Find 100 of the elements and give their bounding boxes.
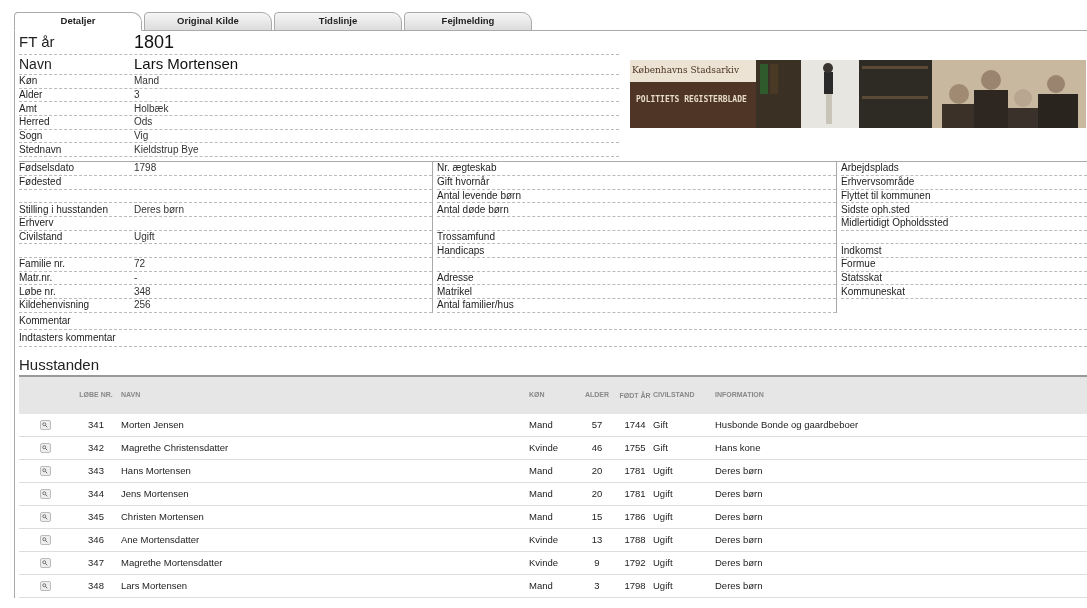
search-icon[interactable] [39, 442, 51, 453]
field-label: Erhverv [19, 218, 55, 229]
field-label: Kildehenvisning [19, 300, 91, 311]
table-cell-text: Deres børn [715, 486, 764, 501]
field-value: 72 [134, 259, 146, 270]
field-label: Antal døde børn [437, 204, 510, 215]
search-icon[interactable] [39, 419, 51, 430]
field-label: Adresse [437, 272, 475, 283]
field-value: Lars Mortensen [134, 54, 239, 75]
table-cell-text: 1788 [623, 532, 647, 547]
search-icon[interactable] [39, 488, 51, 499]
field-label: Flyttet til kommunen [841, 190, 932, 201]
table-cell-text: 20 [590, 463, 604, 478]
field-label: Matr.nr. [19, 272, 54, 283]
table-cell-text: 1744 [623, 417, 647, 432]
table-cell-text: Mand [529, 463, 554, 478]
table-cell-text: Ugift [653, 463, 674, 478]
table-cell-text: 20 [590, 486, 604, 501]
search-icon[interactable] [39, 580, 51, 591]
table-cell-text: Ugift [653, 532, 674, 547]
field-label: Arbejdsplads [841, 163, 900, 174]
table-cell-text: Christen Mortensen [121, 509, 205, 524]
field-label: Kommuneskat [841, 286, 906, 297]
table-cell-text: 344 [87, 486, 105, 501]
table-cell-text: 341 [87, 417, 105, 432]
table-cell-text: 1781 [623, 486, 647, 501]
table-cell-text: Ugift [653, 555, 674, 570]
table-cell-text: Mand [529, 578, 554, 593]
table-cell-text: 1755 [623, 440, 647, 455]
tab[interactable]: Tidslinje [274, 12, 402, 31]
field-value: 1798 [134, 163, 157, 174]
field-value: 348 [134, 286, 151, 297]
table-cell-text: Magrethe Mortensdatter [121, 555, 224, 570]
field-label: Indkomst [841, 245, 883, 256]
field-label: Antal levende børn [437, 190, 522, 201]
table-cell-text: 345 [87, 509, 105, 524]
table-cell-text: Deres børn [715, 532, 764, 547]
field-label: Stednavn [19, 144, 63, 155]
field-label: Indtasters kommentar [19, 331, 116, 346]
field-label: Antal familier/hus [437, 300, 515, 311]
table-cell-text: Jens Mortensen [121, 486, 190, 501]
field-label: Fødested [19, 177, 63, 188]
search-icon[interactable] [39, 511, 51, 522]
field-label: Civilstand [19, 231, 64, 242]
table-cell-text: Husbonde Bonde og gaardbeboer [715, 417, 860, 432]
field-value: Vig [134, 131, 149, 142]
field-label: Navn [19, 55, 53, 74]
field-label: Køn [19, 76, 39, 87]
table-cell-text: 1792 [623, 555, 647, 570]
field-label: Nr. ægteskab [437, 163, 498, 174]
field-value: - [134, 272, 138, 283]
table-cell-text: Gift [653, 417, 669, 432]
field-label: FT år [19, 32, 56, 53]
field-value: Ugift [134, 231, 155, 242]
table-cell-text: Lars Mortensen [121, 578, 188, 593]
field-label: Amt [19, 103, 38, 114]
table-cell-text: Deres børn [715, 463, 764, 478]
field-label: Midlertidigt Opholdssted [841, 218, 950, 229]
search-icon[interactable] [39, 557, 51, 568]
field-label: Handicaps [437, 245, 486, 256]
field-label: Stilling i husstanden [19, 204, 109, 215]
tab[interactable]: Detaljer [14, 12, 142, 31]
table-cell-text: Mand [529, 486, 554, 501]
field-value: Holbæk [134, 103, 169, 114]
table-cell-text: Ugift [653, 578, 674, 593]
table-cell-text: Deres børn [715, 555, 764, 570]
search-icon[interactable] [39, 465, 51, 476]
table-cell-text: 346 [87, 532, 105, 547]
table-cell-text: Hans Mortensen [121, 463, 192, 478]
table-cell-text: Kvinde [529, 440, 560, 455]
tab[interactable]: Fejlmelding [404, 12, 532, 31]
banner-title: Københavns Stadsarkiv [630, 60, 756, 82]
table-cell-text: 46 [590, 440, 604, 455]
section-title: Husstanden [19, 354, 101, 375]
field-label: Løbe nr. [19, 286, 57, 297]
tab[interactable]: Original Kilde [144, 12, 272, 31]
table-cell-text: 13 [590, 532, 604, 547]
table-cell-text: 1781 [623, 463, 647, 478]
table-cell-text: 3 [593, 578, 601, 593]
search-icon[interactable] [39, 534, 51, 545]
field-label: Trossamfund [437, 231, 496, 242]
field-label: Formue [841, 259, 877, 270]
field-label: Sogn [19, 131, 44, 142]
field-label: Erhvervsområde [841, 177, 916, 188]
table-cell-text: Morten Jensen [121, 417, 185, 432]
table-cell-text: 15 [590, 509, 604, 524]
table-cell-text: Gift [653, 440, 669, 455]
table-cell-text: Deres børn [715, 509, 764, 524]
table-cell-text: Hans kone [715, 440, 762, 455]
banner-subtitle: POLITIETS REGISTERBLADE [635, 93, 748, 106]
table-cell-text: 57 [590, 417, 604, 432]
table-cell-text: Ugift [653, 486, 674, 501]
field-value: 1801 [134, 31, 175, 54]
table-cell-text: Kvinde [529, 555, 560, 570]
field-label: Familie nr. [19, 259, 67, 270]
field-label: Matrikel [437, 286, 473, 297]
table-cell-text: Kvinde [529, 532, 560, 547]
field-label: Fødselsdato [19, 163, 76, 174]
table-cell-text: 9 [593, 555, 601, 570]
table-cell-text: Mand [529, 509, 554, 524]
